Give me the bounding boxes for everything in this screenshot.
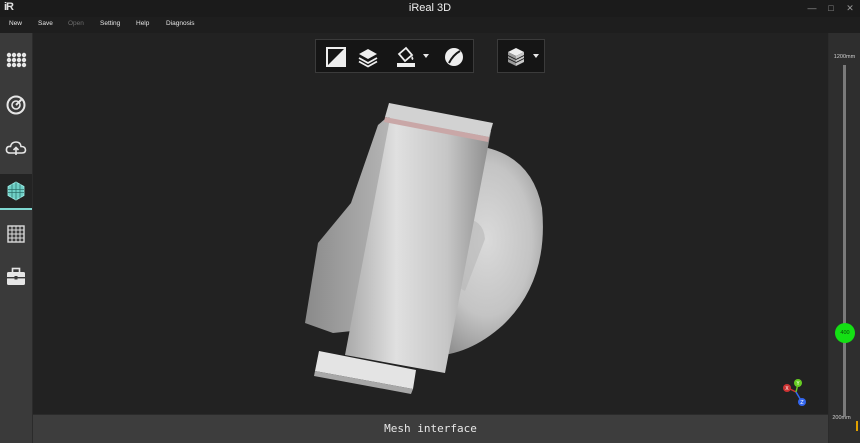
distance-min-label: 200mm [832,415,851,421]
sidebar-item-device[interactable] [0,45,32,79]
toolbox-icon [7,267,25,285]
menu-new[interactable]: New [9,20,22,27]
sidebar-item-cloud[interactable] [0,131,32,165]
sidebar-item-scan[interactable] [0,88,32,122]
dots-grid-icon [6,52,27,68]
scan-target-icon [6,95,26,115]
left-sidebar [0,33,32,443]
sidebar-item-tools[interactable] [0,260,32,294]
menu-setting[interactable]: Setting [100,20,120,27]
mesh-model[interactable] [33,33,828,414]
sidebar-item-mesh[interactable] [0,174,32,210]
axis-gizmo: X Y Z [783,379,806,406]
title-bar: iR iReal 3D — □ ✕ [0,0,860,17]
grid-icon [7,225,25,243]
distance-slider-track[interactable] [843,65,846,416]
distance-indicator-mark [856,421,858,431]
status-text: Mesh interface [384,422,477,435]
status-bar: Mesh interface [33,415,828,443]
close-button[interactable]: ✕ [845,3,855,13]
menu-diagnosis[interactable]: Diagnosis [166,20,195,27]
menu-bar: New Save Open Setting Help Diagnosis [0,17,860,33]
distance-panel: 1200mm 400 200mm [829,33,860,443]
maximize-button[interactable]: □ [826,3,836,13]
distance-slider-knob[interactable]: 400 [835,322,855,343]
axis-z-label: Z [800,400,804,406]
menu-save[interactable]: Save [38,20,53,27]
menu-open[interactable]: Open [68,20,84,27]
window-title: iReal 3D [408,2,452,14]
minimize-button[interactable]: — [807,3,817,13]
sidebar-item-grid[interactable] [0,217,32,251]
cloud-upload-icon [5,141,27,155]
distance-max-label: 1200mm [833,54,856,60]
mesh-icon [7,181,25,201]
menu-help[interactable]: Help [136,20,149,27]
axis-x-label: X [785,386,789,392]
viewport-3d[interactable]: X Y Z [33,33,828,414]
